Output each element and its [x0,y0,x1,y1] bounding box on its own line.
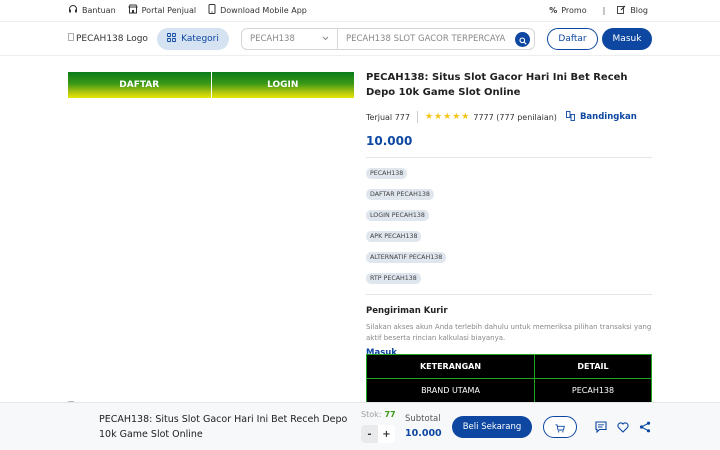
share-icon [639,418,651,437]
sticky-purchase-bar: PECAH138: Situs Slot Gacor Hari Ini Bet … [0,402,720,450]
masuk-button[interactable]: Masuk [602,28,652,50]
download-app-label: Download Mobile App [220,5,307,15]
tag-chip[interactable]: ALTERNATIF PECAH138 [366,252,447,263]
table-header-detail: DETAIL [534,354,652,379]
blog-label: Blog [630,6,648,15]
chat-icon [595,418,607,437]
heart-icon [617,418,629,437]
search-icon [518,30,527,49]
stock-label: Stok: [361,410,382,419]
product-tags: PECAH138 DAFTAR PECAH138 LOGIN PECAH138 … [366,168,652,295]
top-utility-bar: Bantuan Portal Penjual Download Mobile A… [0,0,720,22]
portal-penjual-label: Portal Penjual [141,5,197,15]
compare-label: Bandingkan [579,112,637,122]
share-button[interactable] [638,420,652,434]
tag-chip[interactable]: APK PECAH138 [366,231,422,242]
product-price: 10.000 [366,134,652,158]
table-header-row: KETERANGAN DETAIL [366,354,652,379]
product-meta: Terjual 777 ★ ★ ★ ★ ★ 7777 (777 penilaia… [366,110,652,124]
tag-chip[interactable]: LOGIN PECAH138 [366,210,429,221]
search-button[interactable] [515,32,530,47]
logo-alt-text: PECAH138 Logo [76,33,148,44]
grid-icon [167,33,177,45]
star-icon: ★ [452,111,461,122]
search-category-select[interactable]: PECAH138 [242,29,338,49]
search-input[interactable] [338,29,534,49]
tag-chip[interactable]: RTP PECAH138 [366,273,421,284]
bantuan-label: Bantuan [82,5,116,15]
compare-button[interactable]: Bandingkan [565,110,637,124]
banner-login-button[interactable]: LOGIN [211,72,354,98]
percent-icon: % [549,6,558,15]
wishlist-button[interactable] [616,420,630,434]
promo-label: Promo [561,6,587,15]
table-cell: BRAND UTAMA [366,378,535,403]
portal-penjual-link[interactable]: Portal Penjual [127,4,197,16]
download-app-link[interactable]: Download Mobile App [208,4,307,16]
promo-link[interactable]: % Promo [549,6,586,15]
stock-value: 77 [384,410,396,419]
chevron-down-icon [322,34,329,44]
star-icon: ★ [443,111,452,122]
blog-link[interactable]: Blog [617,5,648,16]
sold-count: Terjual 777 [366,112,410,122]
search-bar: PECAH138 [241,28,535,50]
sticky-product-title: PECAH138: Situs Slot Gacor Hari Ini Bet … [99,414,348,440]
daftar-login-banner: DAFTAR LOGIN [68,72,354,98]
headset-icon [68,4,78,16]
phone-icon [208,4,216,16]
cart-icon [555,418,565,437]
subtotal-value: 10.000 [405,428,442,439]
product-title: PECAH138: Situs Slot Gacor Hari Ini Bet … [366,72,628,98]
shipping-title: Pengiriman Kurir [366,306,448,316]
add-to-cart-button[interactable] [543,416,577,438]
rating-stars: ★ ★ ★ ★ ★ [424,111,470,122]
banner-daftar-button[interactable]: DAFTAR [68,72,212,98]
table-row: BRAND UTAMA PECAH138 [366,378,652,403]
detail-table: KETERANGAN DETAIL BRAND UTAMA PECAH138 [366,354,652,403]
product-info: PECAH138: Situs Slot Gacor Hari Ini Bet … [366,70,652,358]
tag-chip[interactable]: PECAH138 [366,168,408,179]
meta-divider [416,111,418,123]
rating-text: 7777 (777 penilaian) [473,112,557,122]
store-icon [127,4,138,16]
compare-icon [565,110,575,124]
star-icon: ★ [461,111,470,122]
tag-chip[interactable]: DAFTAR PECAH138 [366,189,434,200]
site-logo[interactable]: PECAH138 Logo [68,33,148,44]
table-cell: PECAH138 [534,378,652,403]
select-value: PECAH138 [250,34,295,44]
kategori-button[interactable]: Kategori [157,28,229,50]
subtotal-label: Subtotal [405,414,441,424]
shipping-description: Silakan akses akun Anda terlebih dahulu … [366,323,652,342]
quantity-plus-button[interactable]: + [378,425,395,443]
star-icon: ★ [434,111,443,122]
quantity-minus-button[interactable]: - [361,425,378,443]
edit-icon [617,5,626,16]
daftar-button[interactable]: Daftar [547,28,598,50]
broken-image-icon [68,33,74,44]
star-icon: ★ [424,111,434,122]
topbar-separator: | [602,6,606,15]
table-header-keterangan: KETERANGAN [366,354,535,379]
kategori-label: Kategori [181,34,219,44]
bantuan-link[interactable]: Bantuan [68,4,116,16]
stock-info: Stok: 77 [361,410,396,419]
chat-button[interactable] [594,420,608,434]
buy-now-button[interactable]: Beli Sekarang [452,416,532,438]
main-header: PECAH138 Logo Kategori PECAH138 Daftar M… [0,22,720,56]
quantity-stepper: - + [361,425,395,443]
